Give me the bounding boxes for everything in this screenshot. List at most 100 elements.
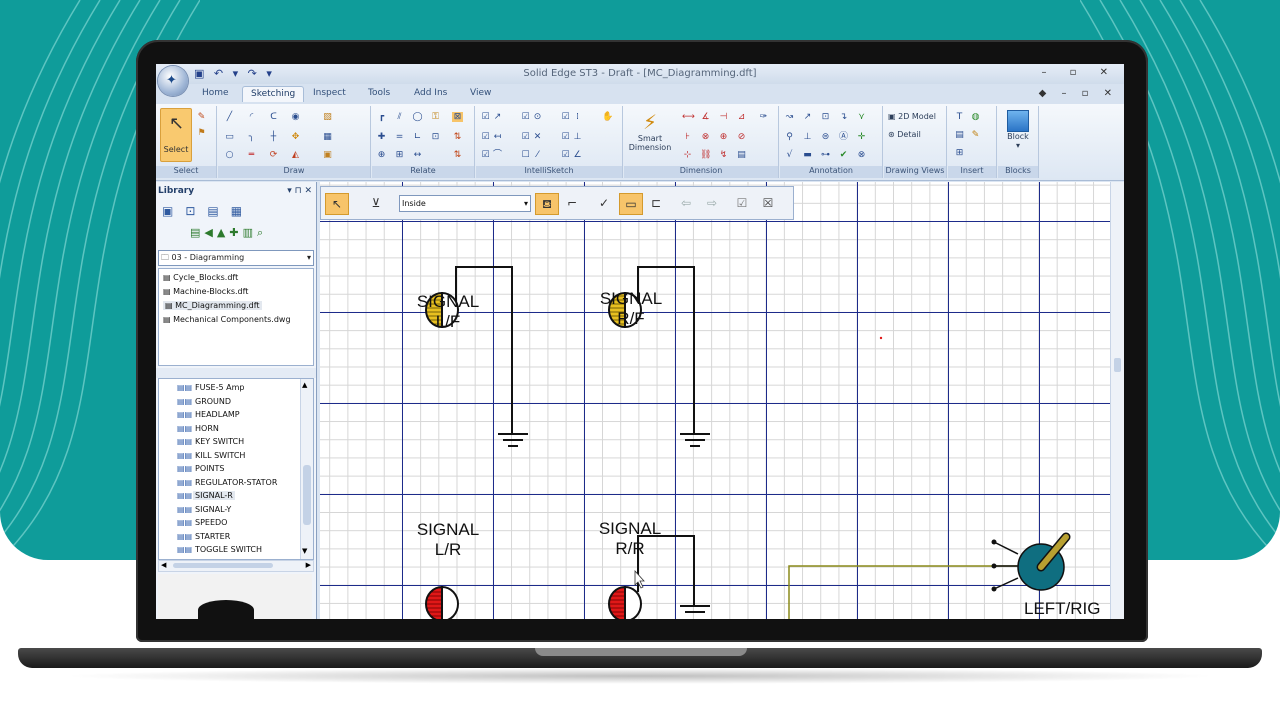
horizontal-icon[interactable]: ↔ (412, 150, 423, 160)
accept-button[interactable]: ☑ (731, 193, 753, 213)
circle-icon[interactable]: ○ (224, 150, 235, 160)
window-controls[interactable]: – ▫ ✕ (1041, 67, 1118, 78)
pattern-icon[interactable]: ▧ (322, 112, 333, 122)
library-icon[interactable]: ▣ (162, 204, 185, 218)
library-icon[interactable]: ◀ (204, 226, 216, 239)
concentric-icon[interactable]: ◯ (412, 112, 423, 122)
check-annotation-icon[interactable]: ✔ (838, 150, 849, 160)
bolt-hole-icon[interactable]: ▬ (802, 150, 813, 160)
parallel-icon[interactable]: ⫽ (394, 112, 405, 122)
slash-icon[interactable]: ⁄ (532, 150, 543, 160)
tab-view[interactable]: View (470, 88, 491, 98)
symmetric-dim-icon[interactable]: ⊦ (682, 132, 693, 142)
midpoint-icon[interactable]: ↤ (492, 132, 503, 142)
line-icon[interactable]: ╱ (224, 112, 235, 122)
horizontal-scrollbar[interactable]: ◀ ▶ (158, 560, 314, 572)
block-item[interactable]: ▤▤ KEY SWITCH (177, 437, 244, 446)
filter-button[interactable]: ⊻ (365, 193, 387, 213)
a-box-icon[interactable]: Ⓐ (838, 132, 849, 142)
file-item[interactable]: ▤ Machine-Blocks.dft (163, 287, 248, 296)
tab-sketching[interactable]: Sketching (242, 86, 305, 102)
library-icon[interactable]: ▲ (217, 226, 229, 239)
library-nav[interactable]: ▤◀▲✚▥⌕ (190, 226, 267, 240)
library-icon[interactable]: ▥ (243, 226, 257, 239)
mirror-icon[interactable]: ⟳ (268, 150, 279, 160)
arc-icon[interactable]: ◜ (246, 112, 257, 122)
center-icon[interactable]: ⊙ (532, 112, 543, 122)
feature-control-icon[interactable]: ⊜ (820, 132, 831, 142)
scroll-thumb[interactable] (1114, 358, 1121, 372)
relate-active-icon[interactable]: ⊠ (452, 112, 463, 122)
surface-icon[interactable]: ↴ (838, 112, 849, 122)
block-item[interactable]: ▤▤ KILL SWITCH (177, 451, 245, 460)
checkbox-icon[interactable]: ☑ (480, 150, 491, 160)
pane-splitter[interactable] (156, 368, 316, 378)
center-mark-icon[interactable]: ✛ (856, 132, 867, 142)
block-item-selected[interactable]: ▤▤ SIGNAL-R (177, 491, 235, 500)
block-item[interactable]: ▤▤ FUSE-5 Amp (177, 383, 244, 392)
connect-icon[interactable]: ┏ (376, 112, 387, 122)
coordinate-icon[interactable]: ⊣ (718, 112, 729, 122)
rigid-icon[interactable]: ⊡ (430, 132, 441, 142)
block-item[interactable]: ▤▤ TOGGLE SWITCH (177, 545, 262, 554)
endpoint-icon[interactable]: ↗ (492, 112, 503, 122)
symbol-icon[interactable]: ⊗ (856, 150, 867, 160)
perpendicular-icon[interactable]: ⊥ (572, 132, 583, 142)
application-button[interactable]: ✦ (158, 66, 188, 96)
brush-button[interactable]: ⌐ (561, 193, 583, 213)
globe-icon[interactable]: ◍ (970, 112, 981, 122)
offset-icon[interactable]: ═ (246, 150, 257, 160)
tab-tools[interactable]: Tools (368, 88, 390, 98)
array-icon[interactable]: ▦ (322, 132, 333, 142)
perpendicular-icon[interactable]: ✚ (376, 132, 387, 142)
checkbox-icon[interactable]: ☑ (520, 112, 531, 122)
signal-lr-lamp[interactable] (425, 585, 459, 619)
dim-axis-icon[interactable]: ⊕ (718, 132, 729, 142)
arc-length-icon[interactable]: ⊘ (736, 132, 747, 142)
file-item[interactable]: ▤ Cycle_Blocks.dft (163, 273, 238, 282)
file-item[interactable]: ▤ Mechanical Components.dwg (163, 315, 291, 324)
2d-model-button[interactable]: ▣ 2D Model (888, 112, 936, 121)
vertical-icon[interactable]: ⁞ (572, 112, 583, 122)
checkbox-icon[interactable]: ☑ (560, 150, 571, 160)
paint-button[interactable]: ⛾ (535, 193, 559, 215)
detail-button[interactable]: ⊛ Detail (888, 130, 921, 139)
tab-inspect[interactable]: Inspect (313, 88, 346, 98)
balloon-icon[interactable]: ⚲ (784, 132, 795, 142)
doc-window-controls[interactable]: ◆ – ▫ ✕ (1039, 88, 1118, 99)
datum-icon[interactable]: ⊥ (802, 132, 813, 142)
block-item[interactable]: ▤▤ HEADLAMP (177, 410, 240, 419)
chamfer-icon[interactable]: ⊿ (736, 112, 747, 122)
selection-mode-combo[interactable]: Inside ▾ (399, 195, 531, 212)
callout-icon[interactable]: ↝ (784, 112, 795, 122)
image-icon[interactable]: ▤ (954, 130, 965, 140)
checkbox-icon[interactable]: ☑ (560, 132, 571, 142)
angle-icon[interactable]: ∟ (412, 132, 423, 142)
distance-icon[interactable]: ⟷ (682, 112, 695, 122)
checkbox-icon[interactable]: ☐ (520, 150, 531, 160)
block-item[interactable]: ▤▤ SPEEDO (177, 518, 227, 527)
polygon-select-button[interactable]: ⊏ (645, 193, 667, 213)
fillet-icon[interactable]: ╮ (246, 132, 257, 142)
weld-icon[interactable]: ⋎ (856, 112, 867, 122)
intellisketch-options-icon[interactable]: ✋ (602, 112, 613, 122)
chevron-left-icon[interactable]: ◀ (161, 561, 166, 569)
checkbox-icon[interactable]: ☑ (480, 112, 491, 122)
move-icon[interactable]: ✥ (290, 132, 301, 142)
rectangle-icon[interactable]: ▭ (224, 132, 235, 142)
ribbon-tool-icon[interactable]: ⚑ (196, 128, 207, 138)
block-item[interactable]: ▤▤ STARTER (177, 532, 230, 541)
radial-icon[interactable]: ⊗ (700, 132, 711, 142)
smart-dimension-button[interactable]: ⚡ Smart Dimension (628, 110, 672, 152)
tab-add-ins[interactable]: Add Ins (414, 88, 447, 98)
link-icon[interactable]: ✎ (970, 130, 981, 140)
block-button[interactable]: Block ▾ (1002, 110, 1034, 150)
block-item[interactable]: ▤▤ GROUND (177, 397, 231, 406)
angular-coordinate-icon[interactable]: ⊹ (682, 150, 693, 160)
select-cursor-button[interactable]: ↖ (325, 193, 349, 215)
angle-dim-icon[interactable]: ∡ (700, 112, 711, 122)
dim-edit-icon[interactable]: ▤ (736, 150, 747, 160)
block-list-scrollbar[interactable]: ▲ ▼ (300, 379, 313, 559)
back-button[interactable]: ⇦ (675, 193, 697, 213)
block-item[interactable]: ▤▤ POINTS (177, 464, 224, 473)
